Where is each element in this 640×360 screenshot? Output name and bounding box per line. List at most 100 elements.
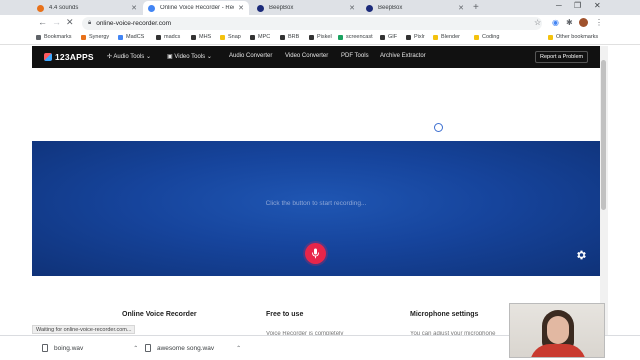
close-tab-icon[interactable]: ✕ [458,4,464,12]
download-filename: awesome song.wav [157,344,215,352]
bookmark-favicon-icon [406,34,411,40]
menu-kebab-icon[interactable]: ⋮ [595,18,603,27]
browser-tab-1[interactable]: 4.4 sounds ✕ [32,1,142,15]
microphone-icon [312,248,319,259]
bookmark-favicon-icon [250,34,255,40]
bookmark-favicon-icon [309,34,314,40]
maximize-icon[interactable]: ❐ [574,1,581,10]
bookmark-item[interactable]: MHS [191,34,211,40]
bookmark-item[interactable]: Synergy [81,34,109,40]
bookmark-item[interactable]: Pixlr [406,34,425,40]
tab-favicon-icon [37,4,44,12]
recorder-hint: Click the button to start recording... [265,200,367,207]
bookmark-label: Bookmarks [44,34,72,40]
page-scrollbar-thumb[interactable] [601,60,606,210]
browser-tab-4[interactable]: BeepBox ✕ [361,1,469,15]
report-problem-button[interactable]: Report a Problem [535,51,589,63]
logo-mark-icon [44,53,52,61]
chevron-up-icon[interactable]: ⌃ [133,345,138,352]
nav-video-converter[interactable]: Video Converter [285,53,328,59]
tab-title: Online Voice Recorder - Record V [160,5,234,11]
recorder-panel: Click the button to start recording... [32,141,600,276]
lock-icon: 🔒︎ [88,20,92,26]
site-header: 123APPS ✢ Audio Tools ⌄ ▣ Video Tools ⌄ … [32,46,600,68]
forward-icon[interactable]: → [52,17,61,27]
loading-cursor-icon [434,123,443,132]
close-tab-icon[interactable]: ✕ [238,4,244,12]
tab-title: BeepBox [269,5,294,11]
bookmarks-bar: Bookmarks Synergy MadCS madcs MHS Snap MPC BRB P… [0,32,640,45]
extension-icon[interactable]: ◉ [552,18,559,27]
extensions-puzzle-icon[interactable]: ✱ [566,18,573,27]
nav-archive-extractor[interactable]: Archive Extractor [380,53,426,59]
bookmark-favicon-icon [36,34,41,40]
bookmark-label: MPC [258,34,271,40]
nav-label: Audio Tools [113,54,145,60]
tab-title: 4.4 sounds [49,5,79,11]
tab-favicon-icon [257,4,264,12]
bookmark-item[interactable]: BRB [280,34,299,40]
browser-tab-3[interactable]: BeepBox ✕ [252,1,360,15]
nav-label: Video Tools [174,54,206,60]
bookmark-item[interactable]: Coding [474,34,499,40]
bookmark-star-icon[interactable]: ☆ [534,18,541,27]
bookmark-label: Coding [482,34,500,40]
bookmark-item[interactable]: GIF [380,34,397,40]
bookmark-item[interactable]: MadCS [118,34,144,40]
record-button[interactable] [305,243,326,264]
bookmark-label: screencast [346,34,373,40]
address-bar[interactable]: 🔒︎ online-voice-recorder.com [82,17,542,30]
nav-audio-tools[interactable]: ✢ Audio Tools ⌄ [107,53,151,60]
tab-favicon-icon [366,4,373,12]
nav-pdf-tools[interactable]: PDF Tools [341,53,369,59]
info-title-recorder: Online Voice Recorder [122,311,197,318]
webcam-overlay [509,303,605,358]
profile-avatar[interactable] [579,18,588,27]
bookmark-item[interactable]: Piskel [309,34,332,40]
nav-audio-converter[interactable]: Audio Converter [229,53,272,59]
bookmark-label: BRB [288,34,300,40]
bookmark-item[interactable]: Snap [220,34,241,40]
url-text: online-voice-recorder.com [96,20,171,27]
bookmark-label: MHS [199,34,212,40]
new-tab-button[interactable]: + [473,2,479,13]
webcam-person-face [547,316,569,344]
tab-favicon-icon [148,4,155,12]
bookmark-label: MadCS [126,34,145,40]
bookmark-item[interactable]: screencast [338,34,373,40]
bookmark-favicon-icon [191,34,196,40]
minimize-icon[interactable]: ─ [556,1,562,10]
close-tab-icon[interactable]: ✕ [349,4,355,12]
close-tab-icon[interactable]: ✕ [131,4,137,12]
bookmark-label: Synergy [89,34,110,40]
browser-tab-2[interactable]: Online Voice Recorder - Record V ✕ [143,1,249,15]
tab-strip: 4.4 sounds ✕ Online Voice Recorder - Rec… [0,0,640,15]
bookmark-label: madcs [164,34,181,40]
site-logo[interactable]: 123APPS [44,52,94,62]
bookmark-item[interactable]: MPC [250,34,270,40]
bookmark-label: Snap [228,34,241,40]
bookmark-label: Pixlr [414,34,425,40]
download-filename: boing.wav [54,344,84,352]
download-item[interactable]: awesome song.wav ⌃ [145,344,241,352]
chevron-up-icon[interactable]: ⌃ [236,345,241,352]
bookmark-label: Other bookmarks [556,34,599,40]
info-title-microphone: Microphone settings [410,311,479,318]
bookmark-favicon-icon [220,34,225,40]
close-window-icon[interactable]: ✕ [594,1,601,10]
settings-gear-icon[interactable] [575,249,587,261]
download-item[interactable]: boing.wav ⌃ [42,344,138,352]
audio-file-icon [145,344,151,352]
bookmark-item[interactable]: madcs [156,34,180,40]
back-icon[interactable]: ← [38,17,47,27]
bookmark-favicon-icon [474,34,479,40]
bookmark-item[interactable]: Blender [433,34,460,40]
bookmark-item[interactable]: Bookmarks [36,34,72,40]
bookmark-favicon-icon [338,34,343,40]
nav-video-tools[interactable]: ▣ Video Tools ⌄ [167,53,212,60]
bookmark-favicon-icon [118,34,123,40]
stop-loading-icon[interactable]: ✕ [66,17,74,28]
other-bookmarks-folder[interactable]: Other bookmarks [548,34,598,40]
bookmark-label: Blender [441,34,460,40]
logo-text: 123APPS [55,52,94,62]
